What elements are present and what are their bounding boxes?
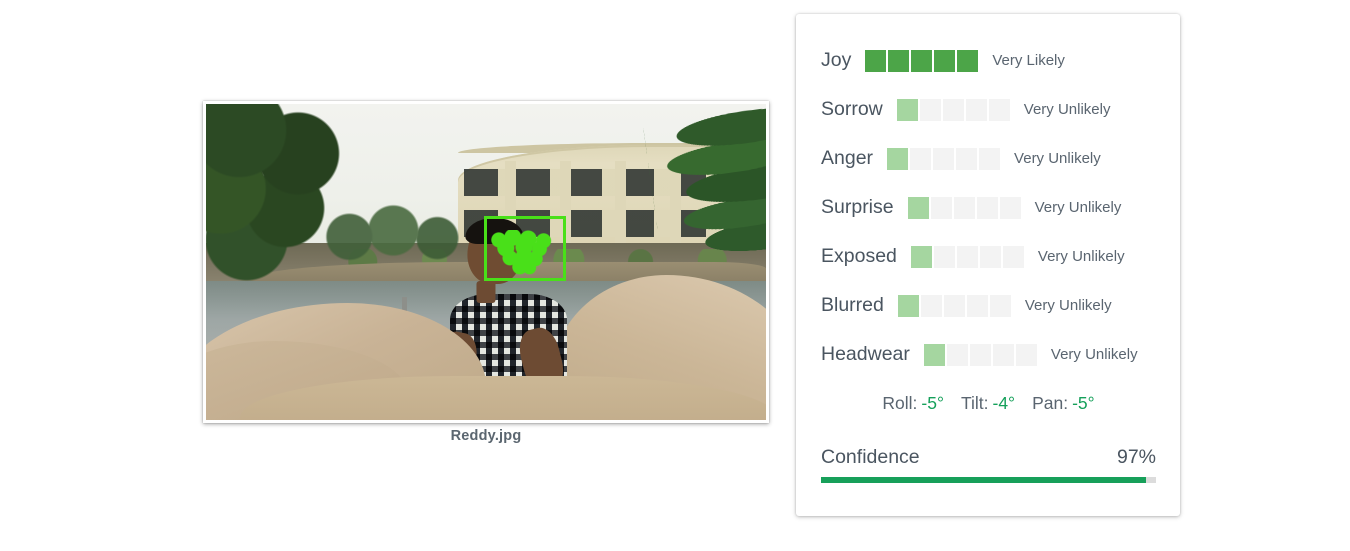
likelihood-segment bbox=[887, 147, 909, 170]
likelihood-status: Very Unlikely bbox=[1023, 101, 1111, 118]
likelihood-segment bbox=[911, 49, 933, 72]
likelihood-segment bbox=[953, 196, 975, 219]
likelihood-segment bbox=[989, 294, 1011, 317]
likelihood-segment bbox=[896, 98, 918, 121]
likelihood-bar bbox=[907, 196, 1021, 219]
likelihood-segment bbox=[966, 294, 988, 317]
likelihood-bar bbox=[897, 294, 1011, 317]
confidence-label: Confidence bbox=[821, 446, 920, 468]
face-analysis-results-card: Joy Very Likely Sorrow Very Unlikely Anger Ve… bbox=[796, 14, 1180, 516]
likelihood-segment bbox=[969, 343, 991, 366]
confidence-track bbox=[821, 477, 1156, 483]
likelihood-segment bbox=[919, 98, 941, 121]
likelihood-row: Blurred Very Unlikely bbox=[821, 281, 1156, 330]
likelihood-segment bbox=[956, 245, 978, 268]
likelihood-segment bbox=[1002, 245, 1024, 268]
likelihood-list: Joy Very Likely Sorrow Very Unlikely Anger Ve… bbox=[821, 36, 1156, 379]
likelihood-segment bbox=[910, 147, 932, 170]
pose-value: -5° bbox=[921, 393, 944, 413]
pose-label: Roll: bbox=[882, 393, 918, 413]
photo-person-neck bbox=[476, 280, 496, 304]
likelihood-segment bbox=[865, 49, 887, 72]
pose-label: Tilt: bbox=[960, 393, 989, 413]
confidence-fill bbox=[821, 477, 1146, 483]
likelihood-status: Very Unlikely bbox=[1037, 248, 1125, 265]
likelihood-bar bbox=[910, 245, 1024, 268]
likelihood-row: Headwear Very Unlikely bbox=[821, 330, 1156, 379]
likelihood-status: Very Unlikely bbox=[1034, 199, 1122, 216]
likelihood-segment bbox=[956, 147, 978, 170]
head-pose-row: Roll: -5° Tilt: -4° Pan: -5° bbox=[821, 393, 1156, 414]
likelihood-bar bbox=[923, 343, 1037, 366]
likelihood-segment bbox=[920, 294, 942, 317]
likelihood-segment bbox=[933, 147, 955, 170]
likelihood-row: Sorrow Very Unlikely bbox=[821, 85, 1156, 134]
likelihood-segment bbox=[946, 343, 968, 366]
likelihood-segment bbox=[888, 49, 910, 72]
likelihood-segment bbox=[943, 294, 965, 317]
likelihood-row: Exposed Very Unlikely bbox=[821, 232, 1156, 281]
likelihood-label: Blurred bbox=[821, 294, 884, 316]
photo-tree-left bbox=[206, 104, 369, 291]
likelihood-segment bbox=[942, 98, 964, 121]
pose-item: Roll: -5° bbox=[882, 393, 944, 414]
pose-item: Pan: -5° bbox=[1032, 393, 1095, 414]
likelihood-bar bbox=[896, 98, 1010, 121]
likelihood-label: Sorrow bbox=[821, 98, 883, 120]
analyzed-photo[interactable] bbox=[203, 101, 769, 423]
likelihood-segment bbox=[988, 98, 1010, 121]
likelihood-segment bbox=[976, 196, 998, 219]
likelihood-row: Joy Very Likely bbox=[821, 36, 1156, 85]
pose-label: Pan: bbox=[1032, 393, 1069, 413]
likelihood-segment bbox=[965, 98, 987, 121]
likelihood-label: Anger bbox=[821, 147, 874, 169]
likelihood-segment bbox=[999, 196, 1021, 219]
confidence-header: Confidence 97% bbox=[821, 446, 1156, 469]
likelihood-label: Exposed bbox=[821, 245, 897, 267]
pose-value: -5° bbox=[1072, 393, 1095, 413]
likelihood-segment bbox=[957, 49, 979, 72]
confidence-value: 97% bbox=[1116, 446, 1156, 468]
likelihood-bar bbox=[887, 147, 1001, 170]
photo-caption: Reddy.jpg bbox=[450, 428, 522, 444]
pose-item: Tilt: -4° bbox=[961, 393, 1015, 414]
likelihood-status: Very Unlikely bbox=[1024, 297, 1112, 314]
likelihood-label: Surprise bbox=[821, 196, 894, 218]
likelihood-status: Very Likely bbox=[992, 52, 1065, 69]
likelihood-status: Very Unlikely bbox=[1050, 346, 1138, 363]
face-bounding-box bbox=[483, 216, 566, 281]
likelihood-segment bbox=[923, 343, 945, 366]
likelihood-segment bbox=[934, 49, 956, 72]
likelihood-segment bbox=[979, 147, 1001, 170]
likelihood-label: Joy bbox=[821, 49, 852, 71]
likelihood-segment bbox=[933, 245, 955, 268]
likelihood-segment bbox=[1015, 343, 1037, 366]
likelihood-row: Surprise Very Unlikely bbox=[821, 183, 1156, 232]
confidence-block: Confidence 97% bbox=[821, 446, 1156, 483]
likelihood-row: Anger Very Unlikely bbox=[821, 134, 1156, 183]
likelihood-segment bbox=[907, 196, 929, 219]
likelihood-segment bbox=[979, 245, 1001, 268]
likelihood-segment bbox=[910, 245, 932, 268]
photo-panel: Reddy.jpg bbox=[203, 101, 769, 444]
likelihood-segment bbox=[930, 196, 952, 219]
pose-value: -4° bbox=[992, 393, 1016, 413]
likelihood-segment bbox=[992, 343, 1014, 366]
likelihood-status: Very Unlikely bbox=[1014, 150, 1101, 167]
likelihood-label: Headwear bbox=[821, 343, 910, 365]
likelihood-segment bbox=[897, 294, 919, 317]
likelihood-bar bbox=[865, 49, 979, 72]
